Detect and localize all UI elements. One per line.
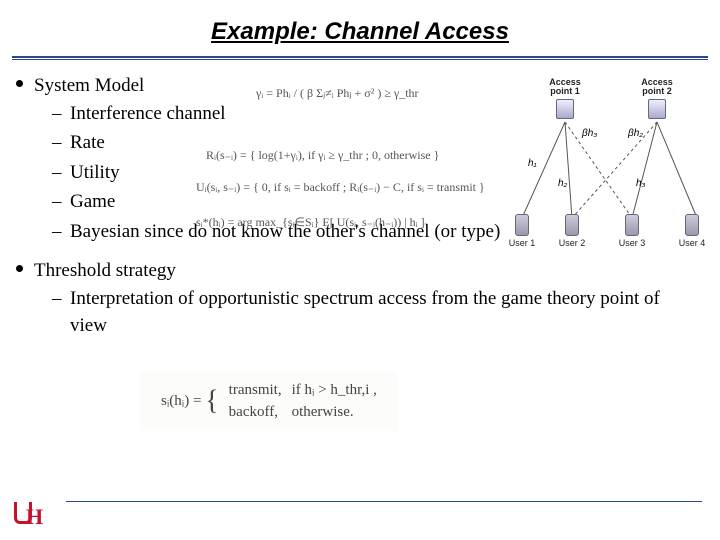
network-diagram: Accesspoint 1 Accesspoint 2 h₁ h₂ h₃ βh₃… [512,78,712,248]
dash-icon: – [52,129,62,157]
label-bh2: βh₂ [628,128,643,139]
phone-icon [565,214,579,236]
dash-icon: – [52,159,62,187]
phone-icon [625,214,639,236]
dash-icon: – [52,100,62,128]
slide-title: Example: Channel Access [0,0,720,46]
sub-text: Interference channel [70,103,226,124]
eq-threshold-strategy: sᵢ(hᵢ) = { transmit, if hᵢ > h_thr,i , b… [140,372,398,431]
bullet-threshold: Threshold strategy – Interpretation of o… [34,257,700,340]
user1-label: User 1 [502,238,542,248]
label-bh3: βh₃ [582,128,597,139]
sub-text: Game [70,191,115,212]
footer-rule [66,501,702,502]
eq-r2b: otherwise. [292,404,354,420]
phone-icon [685,214,699,236]
label-h3: h₃ [636,178,646,189]
eq-lhs: sᵢ(hᵢ) = [161,393,201,409]
sub-text: Utility [70,162,120,183]
dash-icon: – [52,218,62,246]
bullet-dot-icon [16,80,23,87]
eq-r2a: backoff, [229,404,278,420]
eq-utility: Uᵢ(sᵢ, s₋ᵢ) = { 0, if sᵢ = backoff ; Rᵢ(… [196,180,485,195]
user4-label: User 4 [672,238,712,248]
user2-label: User 2 [552,238,592,248]
label-h2: h₂ [558,178,567,189]
sub-text: Interpretation of opportunistic spectrum… [70,288,660,337]
dash-icon: – [52,188,62,216]
eq-rate: Rᵢ(s₋ᵢ) = { log(1+γᵢ), if γᵢ ≥ γ_thr ; 0… [206,148,439,163]
sub-text: Rate [70,132,105,153]
eq-r1a: transmit, [229,382,282,398]
uh-logo: H [14,502,48,530]
eq-game: sᵢ*(hᵢ) = arg max_{sᵢ∈Sᵢ} E[ U(sᵢ, s₋ᵢ(h… [196,215,425,230]
user3-label: User 3 [612,238,652,248]
dash-icon: – [52,285,62,313]
sub-interpretation: – Interpretation of opportunistic spectr… [52,285,700,340]
eq-r1b: if hᵢ > h_thr,i , [292,382,377,398]
phone-icon [515,214,529,236]
bullet-text: System Model [34,75,144,96]
label-h1: h₁ [528,158,537,169]
bullet-dot-icon [16,265,23,272]
bullet-text: Threshold strategy [34,260,176,281]
eq-sinr: γᵢ = Phᵢ / ( β Σⱼ≠ᵢ Phⱼ + σ² ) ≥ γ_thr [256,86,419,101]
